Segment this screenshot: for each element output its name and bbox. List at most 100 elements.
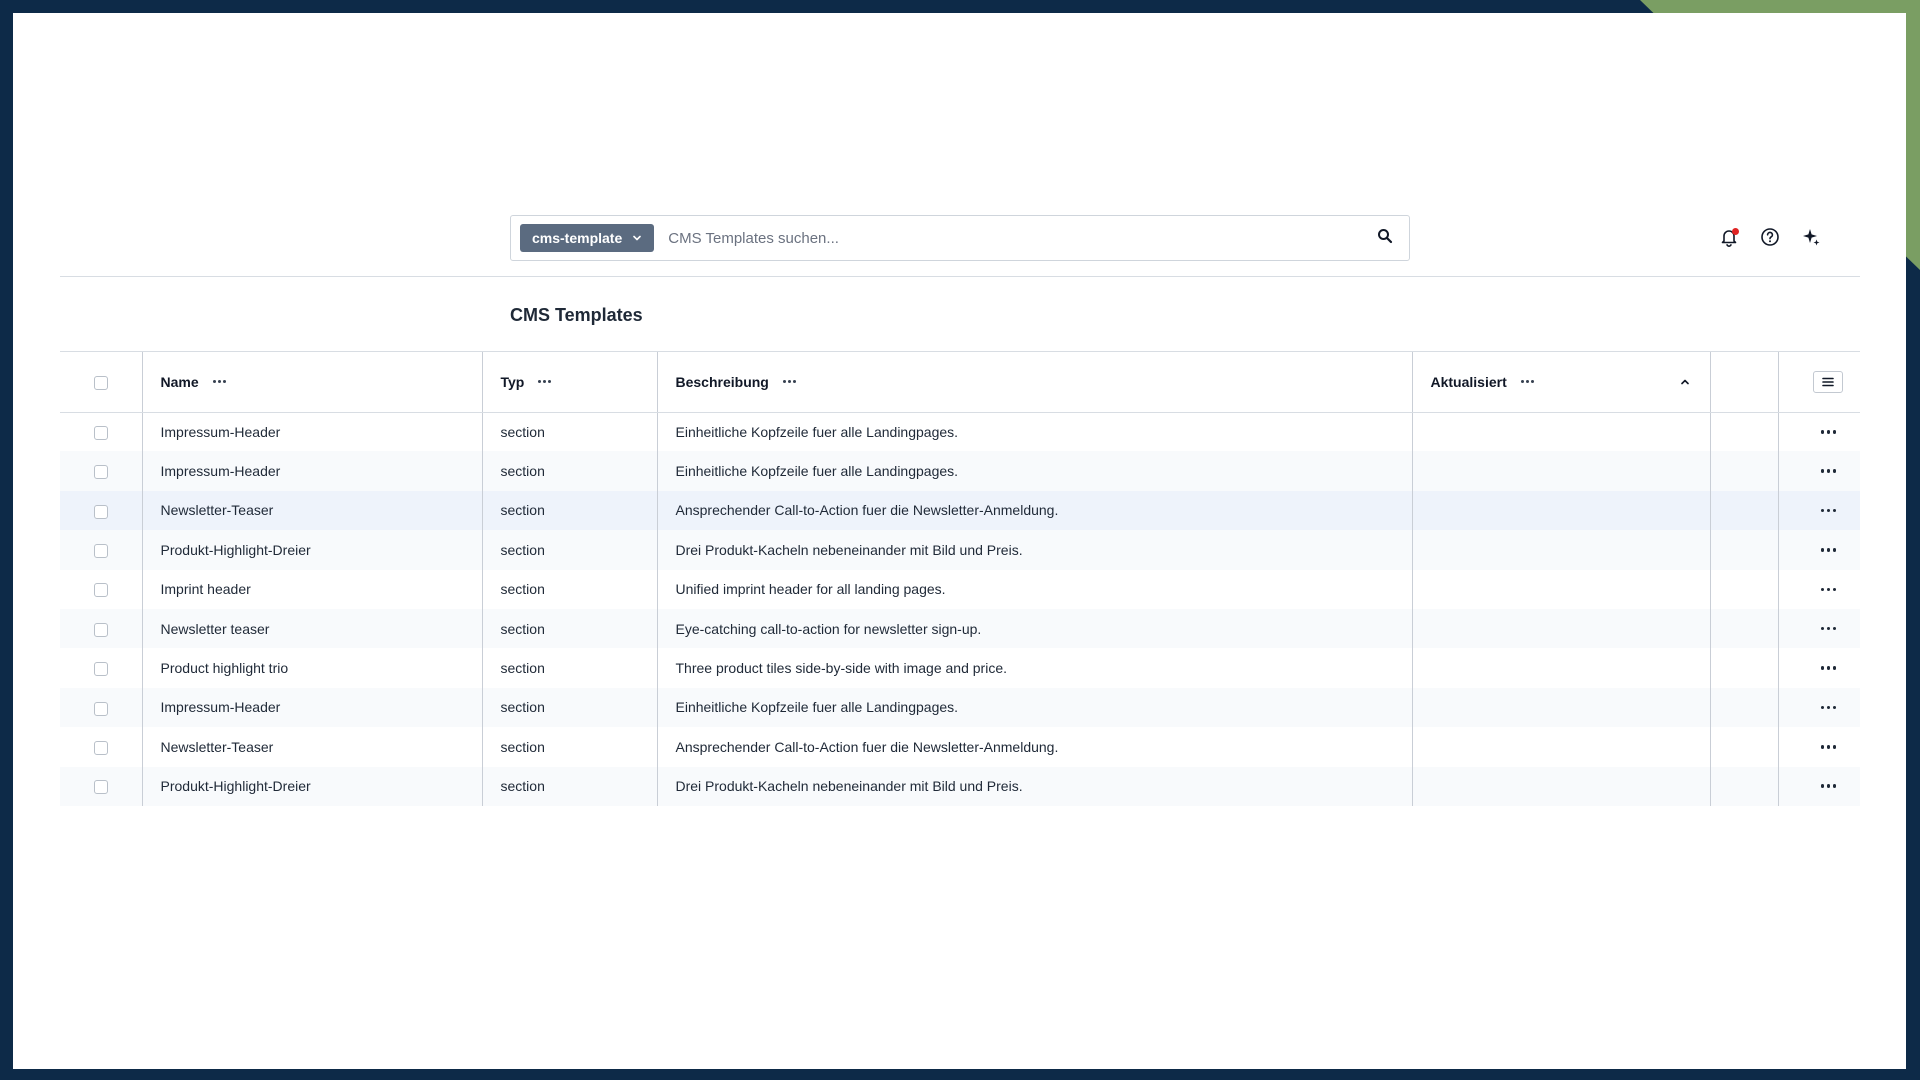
cell-description: Einheitliche Kopfzeile fuer alle Landing…: [656, 451, 1412, 491]
cell-empty: [1709, 648, 1778, 688]
cell-name: Impressum-Header: [141, 451, 482, 491]
cell-type: section: [481, 412, 657, 452]
cell-description: Einheitliche Kopfzeile fuer alle Landing…: [656, 412, 1412, 452]
cell-actions: [1777, 490, 1861, 531]
column-options-button[interactable]: [782, 380, 796, 384]
row-actions-button[interactable]: [1797, 705, 1861, 710]
table-row[interactable]: Product highlight trio section Three produ…: [60, 648, 1861, 688]
cell-updated: [1411, 648, 1710, 688]
column-header-label: Typ: [500, 373, 525, 390]
cell-updated: [1411, 490, 1710, 531]
column-header-description: Beschreibung: [656, 352, 1412, 413]
more-horizontal-icon: [212, 380, 226, 384]
row-checkbox[interactable]: [93, 701, 108, 716]
table-row[interactable]: Produkt-Highlight-Dreier section Drei Prod…: [60, 766, 1861, 806]
cell-type: section: [481, 451, 657, 491]
cell-empty: [1709, 451, 1778, 491]
row-select-cell: [60, 727, 142, 766]
row-select-cell: [60, 451, 142, 491]
ai-assistant-button[interactable]: [1797, 225, 1825, 253]
row-actions-button[interactable]: [1797, 626, 1861, 631]
cell-updated: [1411, 530, 1710, 570]
app-frame: cms-template CMS Templates suchen... CMS…: [13, 13, 1906, 1069]
column-options-button[interactable]: [212, 380, 226, 384]
select-all-checkbox[interactable]: [93, 375, 108, 390]
column-header-updated[interactable]: Aktualisiert: [1411, 352, 1710, 413]
search-bar: cms-template: [510, 215, 1410, 261]
row-actions-button[interactable]: [1797, 430, 1861, 434]
row-actions-button[interactable]: [1797, 666, 1861, 670]
notifications-button[interactable]: [1715, 225, 1743, 253]
table-row[interactable]: Newsletter teaser section Eye-catching cal…: [60, 608, 1861, 649]
cell-actions: [1777, 727, 1861, 767]
cell-description: Eye-catching call-to-action for newslett…: [656, 608, 1412, 649]
cell-name: Newsletter teaser: [141, 608, 482, 649]
table-row[interactable]: Impressum-Header section Einheitliche Kopf…: [60, 687, 1861, 728]
row-checkbox[interactable]: [93, 544, 108, 559]
table-row[interactable]: Imprint header section Unified imprint hea…: [60, 569, 1861, 609]
row-select-cell: [60, 648, 142, 687]
select-all-cell: [60, 352, 142, 413]
column-options-button[interactable]: [1520, 380, 1534, 384]
search-button[interactable]: [1361, 216, 1409, 260]
column-options-button[interactable]: [538, 380, 552, 384]
table-row[interactable]: Impressum-Header section Einheitliche Kopf…: [60, 451, 1861, 491]
cell-actions: [1777, 766, 1861, 806]
chevron-up-icon[interactable]: [1680, 374, 1690, 390]
table-header-row: Name Typ Beschreibung Aktualisiert: [60, 352, 1860, 413]
cell-updated: [1411, 451, 1710, 491]
cell-description: Einheitliche Kopfzeile fuer alle Landing…: [656, 687, 1412, 728]
cell-actions: [1777, 648, 1861, 688]
column-menu-button[interactable]: [1813, 370, 1844, 393]
cell-description: Ansprechender Call-to-Action fuer die Ne…: [656, 490, 1412, 531]
table-row[interactable]: Impressum-Header section Einheitliche Kopf…: [60, 412, 1861, 452]
row-checkbox[interactable]: [93, 622, 108, 637]
cell-name: Imprint header: [141, 569, 482, 609]
row-checkbox[interactable]: [93, 740, 108, 755]
cell-type: section: [481, 766, 657, 806]
column-header-empty: [1709, 352, 1778, 413]
cell-actions: [1777, 687, 1861, 728]
row-actions-button[interactable]: [1797, 548, 1861, 552]
column-header-name: Name: [141, 352, 482, 413]
more-horizontal-icon: [1820, 784, 1836, 788]
row-checkbox[interactable]: [93, 465, 108, 480]
more-horizontal-icon: [1820, 587, 1836, 591]
scope-dropdown-button[interactable]: cms-template: [520, 224, 655, 252]
row-actions-button[interactable]: [1797, 745, 1861, 749]
row-checkbox[interactable]: [93, 426, 108, 441]
row-actions-button[interactable]: [1797, 508, 1861, 513]
chevron-down-icon: [632, 230, 642, 246]
more-horizontal-icon: [782, 380, 796, 384]
cell-type: section: [481, 687, 657, 728]
row-actions-button[interactable]: [1797, 469, 1861, 473]
cell-name: Newsletter-Teaser: [141, 490, 482, 531]
cell-name: Produkt-Highlight-Dreier: [141, 766, 482, 806]
cell-empty: [1709, 766, 1778, 806]
row-checkbox[interactable]: [93, 583, 108, 598]
table-row[interactable]: Produkt-Highlight-Dreier section Drei Prod…: [60, 530, 1861, 570]
column-header-type: Typ: [481, 352, 657, 413]
cell-actions: [1777, 608, 1861, 649]
cell-updated: [1411, 569, 1710, 609]
row-select-cell: [60, 766, 142, 806]
cell-description: Unified imprint header for all landing p…: [656, 569, 1412, 609]
row-select-cell: [60, 530, 142, 570]
row-actions-button[interactable]: [1797, 587, 1861, 591]
table-body: Impressum-Header section Einheitliche Kopf…: [60, 412, 1860, 806]
cell-empty: [1709, 687, 1778, 728]
table-row[interactable]: Newsletter-Teaser section Ansprechender Ca…: [60, 727, 1861, 767]
cell-type: section: [481, 569, 657, 609]
row-checkbox[interactable]: [93, 780, 108, 795]
row-actions-button[interactable]: [1797, 784, 1861, 788]
help-button[interactable]: [1756, 225, 1784, 253]
more-horizontal-icon: [1820, 626, 1836, 631]
row-checkbox[interactable]: [93, 662, 108, 677]
more-horizontal-icon: [1820, 469, 1836, 473]
search-input[interactable]: [654, 216, 1361, 260]
table-row[interactable]: Newsletter-Teaser section Ansprechender Ca…: [60, 490, 1861, 531]
row-checkbox[interactable]: [93, 504, 108, 519]
cell-updated: [1411, 687, 1710, 728]
cell-empty: [1709, 412, 1778, 452]
row-select-cell: [60, 490, 142, 531]
